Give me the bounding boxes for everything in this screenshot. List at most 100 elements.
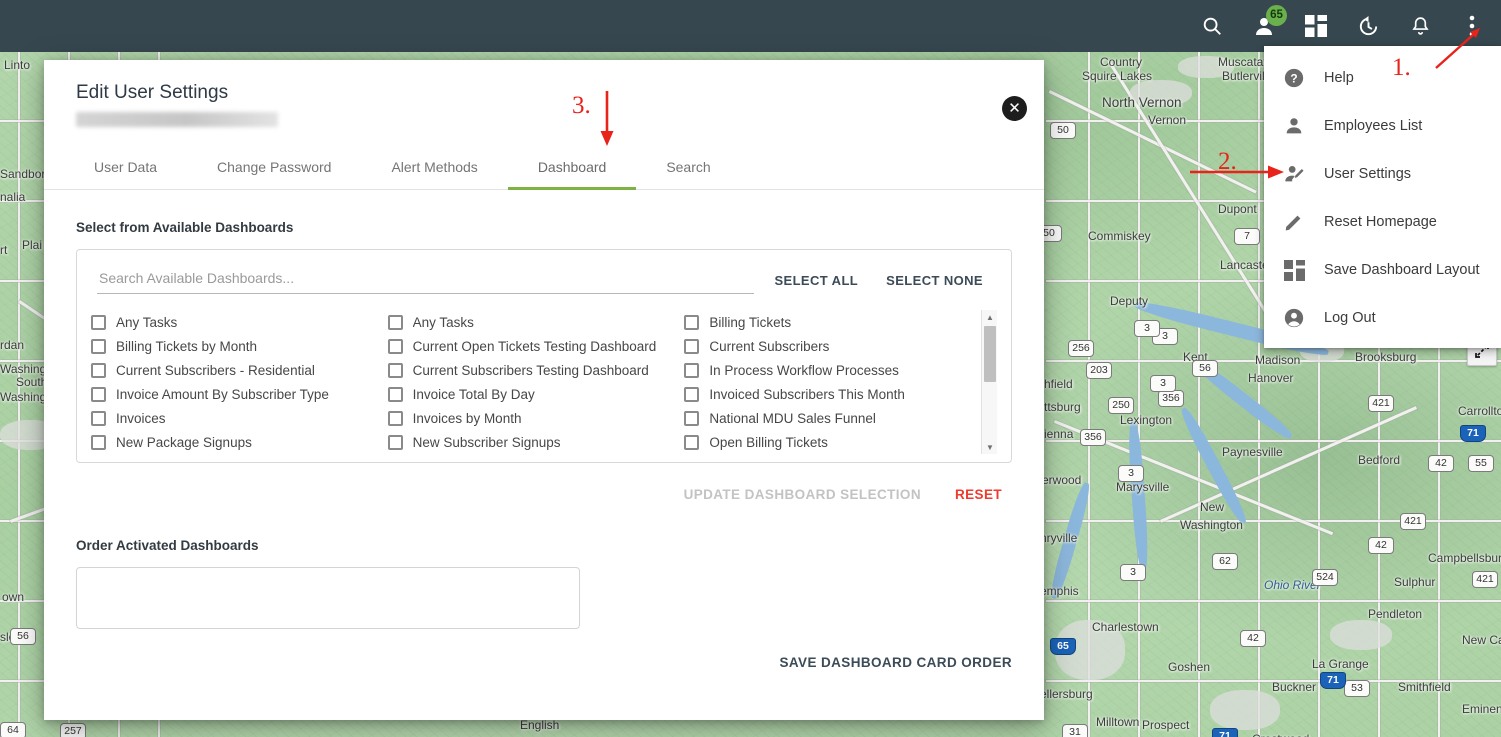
dashboard-checkbox-label[interactable]: Billing Tickets (709, 315, 791, 330)
menu-item-label: User Settings (1324, 166, 1412, 182)
dashboard-checkbox-row[interactable]: Current Subscribers (684, 334, 975, 358)
notifications-bell-icon[interactable] (1405, 11, 1435, 41)
menu-item-log-out[interactable]: Log Out (1264, 294, 1501, 342)
checkbox-icon[interactable] (91, 362, 106, 378)
map-route-shield: 62 (1212, 553, 1238, 570)
user-count-icon[interactable]: 65 (1249, 5, 1287, 41)
dashboard-checkbox-row[interactable]: New Subscriber Signups (387, 430, 679, 454)
dashboard-checkbox-label[interactable]: Any Tasks (116, 315, 177, 330)
person-edit-icon (1282, 162, 1306, 186)
close-icon[interactable]: ✕ (1002, 96, 1027, 121)
select-none-button[interactable]: SELECT NONE (872, 273, 997, 294)
dashboard-checkbox-row[interactable]: In Process Workflow Processes (684, 358, 975, 382)
overflow-menu-icon[interactable] (1457, 11, 1487, 41)
dashboard-checkbox-label[interactable]: Current Subscribers (709, 339, 829, 354)
dashboard-checkbox-label[interactable]: Invoice Total By Day (413, 387, 535, 402)
scroll-down-arrow-icon[interactable]: ▼ (982, 440, 997, 454)
tab-search[interactable]: Search (636, 145, 740, 190)
checkbox-icon[interactable] (91, 338, 106, 354)
panel-toolbar: SELECT ALL SELECT NONE (91, 264, 997, 294)
dashboard-checkbox-label[interactable]: Invoices by Month (413, 411, 522, 426)
dashboard-checkbox-label[interactable]: Billing Tickets by Month (116, 339, 257, 354)
save-dashboard-card-order-button[interactable]: SAVE DASHBOARD CARD ORDER (779, 655, 1012, 670)
dashboard-checkbox-label[interactable]: In Process Workflow Processes (709, 363, 899, 378)
checkbox-icon[interactable] (684, 338, 700, 354)
dashboard-checkbox-label[interactable]: Open Billing Tickets (709, 435, 828, 450)
dashboard-checkbox-label[interactable]: Current Subscribers - Residential (116, 363, 315, 378)
checkbox-icon[interactable] (91, 410, 106, 426)
dashboard-checkbox-row[interactable]: Current Open Tickets Testing Dashboard (387, 334, 679, 358)
menu-item-save-dashboard-layout[interactable]: Save Dashboard Layout (1264, 246, 1501, 294)
checkbox-icon[interactable] (684, 434, 700, 450)
dashboard-checkbox-row[interactable]: Current Subscribers - Residential (91, 358, 382, 382)
checkbox-icon[interactable] (684, 410, 700, 426)
map-urban-area (1210, 690, 1280, 730)
user-count-badge: 65 (1266, 5, 1287, 26)
checkbox-icon[interactable] (387, 386, 403, 402)
checkbox-icon[interactable] (91, 386, 106, 402)
checkbox-icon[interactable] (684, 386, 700, 402)
map-urban-area (1130, 80, 1192, 106)
dashboard-grid-icon[interactable] (1301, 11, 1331, 41)
dashboard-checkbox-row[interactable]: Invoice Amount By Subscriber Type (91, 382, 382, 406)
checkbox-icon[interactable] (387, 362, 403, 378)
dialog-tabs[interactable]: User Data Change Password Alert Methods … (44, 145, 1044, 190)
dashboard-order-dropzone[interactable] (76, 567, 580, 629)
tab-alert-methods[interactable]: Alert Methods (361, 145, 507, 190)
dashboard-checkbox-row[interactable]: Current Subscribers Testing Dashboard (387, 358, 679, 382)
overflow-dropdown-menu[interactable]: ? Help Employees List User Settings Rese… (1264, 46, 1501, 348)
dashboard-checkbox-label[interactable]: National MDU Sales Funnel (709, 411, 876, 426)
search-icon[interactable] (1197, 11, 1227, 41)
checkbox-icon[interactable] (387, 434, 403, 450)
dashboard-checkbox-label[interactable]: Current Open Tickets Testing Dashboard (413, 339, 657, 354)
dashboard-checkbox-row[interactable]: Invoices (91, 406, 382, 430)
tab-change-password[interactable]: Change Password (187, 145, 361, 190)
checkbox-list-scrollbar[interactable]: ▲ ▼ (981, 310, 997, 454)
map-route-shield: 421 (1368, 395, 1394, 412)
dashboard-checkbox-label[interactable]: Invoiced Subscribers This Month (709, 387, 905, 402)
dashboard-checkbox-row[interactable]: Any Tasks (387, 310, 679, 334)
dashboard-checkbox-label[interactable]: Invoices (116, 411, 166, 426)
menu-item-reset-homepage[interactable]: Reset Homepage (1264, 198, 1501, 246)
checkbox-icon[interactable] (91, 314, 106, 330)
checkbox-icon[interactable] (387, 338, 403, 354)
update-dashboard-selection-button[interactable]: UPDATE DASHBOARD SELECTION (684, 487, 921, 502)
dashboard-checkbox-row[interactable]: Billing Tickets (684, 310, 975, 334)
dashboard-checkbox-row[interactable]: Any Tasks (91, 310, 382, 334)
svg-text:?: ? (1290, 72, 1297, 86)
map-route-shield: 53 (1344, 680, 1370, 697)
dashboard-checkbox-label[interactable]: Current Subscribers Testing Dashboard (413, 363, 649, 378)
scrollbar-thumb[interactable] (984, 326, 996, 382)
dashboard-checkbox-label[interactable]: New Package Signups (116, 435, 252, 450)
checkbox-icon[interactable] (387, 314, 403, 330)
person-icon (1282, 114, 1306, 138)
checkbox-icon[interactable] (91, 434, 106, 450)
dashboard-checkbox-row[interactable]: Invoices by Month (387, 406, 679, 430)
dashboard-checkbox-label[interactable]: Invoice Amount By Subscriber Type (116, 387, 329, 402)
dashboard-checkbox-row[interactable]: Billing Tickets by Month (91, 334, 382, 358)
scroll-up-arrow-icon[interactable]: ▲ (982, 310, 997, 324)
history-icon[interactable] (1353, 11, 1383, 41)
map-urban-area (1330, 620, 1392, 650)
dashboard-checkbox-row[interactable]: Invoice Total By Day (387, 382, 679, 406)
menu-item-user-settings[interactable]: User Settings (1264, 150, 1501, 198)
dashboard-checkbox-label[interactable]: New Subscriber Signups (413, 435, 561, 450)
dashboard-checkbox-row[interactable]: Invoiced Subscribers This Month (684, 382, 975, 406)
search-input[interactable] (97, 264, 755, 294)
checkbox-icon[interactable] (684, 314, 700, 330)
dashboard-column-2: Any Tasks Current Open Tickets Testing Da… (387, 310, 679, 454)
menu-item-employees-list[interactable]: Employees List (1264, 102, 1501, 150)
grid-icon (1282, 258, 1306, 282)
reset-button[interactable]: RESET (955, 487, 1002, 502)
dashboard-checkbox-row[interactable]: National MDU Sales Funnel (684, 406, 975, 430)
map-route-shield: 256 (1068, 340, 1094, 357)
dashboard-checkbox-row[interactable]: Open Billing Tickets (684, 430, 975, 454)
tab-dashboard[interactable]: Dashboard (507, 145, 637, 190)
menu-item-help[interactable]: ? Help (1264, 54, 1501, 102)
dashboard-checkbox-label[interactable]: Any Tasks (413, 315, 474, 330)
select-all-button[interactable]: SELECT ALL (760, 273, 872, 294)
dashboard-checkbox-row[interactable]: New Package Signups (91, 430, 382, 454)
checkbox-icon[interactable] (684, 362, 700, 378)
tab-user-data[interactable]: User Data (64, 145, 187, 190)
checkbox-icon[interactable] (387, 410, 403, 426)
